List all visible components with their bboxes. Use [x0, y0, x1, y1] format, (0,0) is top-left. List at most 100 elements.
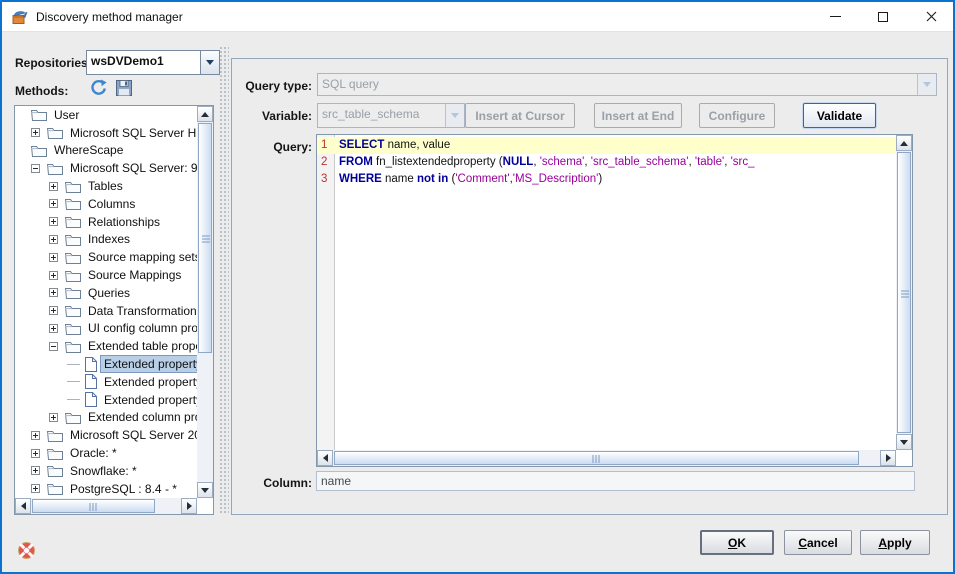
insert-at-cursor-button[interactable]: Insert at Cursor — [465, 103, 575, 128]
tree-item[interactable]: Queries — [15, 284, 197, 302]
tree-item-label: Snowflake: * — [67, 463, 140, 479]
tree-item[interactable]: WhereScape — [15, 142, 197, 160]
app-icon — [11, 9, 28, 25]
document-icon — [84, 357, 97, 372]
refresh-icon[interactable] — [89, 79, 107, 97]
sql-lines[interactable]: 1 SELECT name, value 2 FROM fn_listexten… — [317, 135, 896, 450]
tree-item-label: Columns — [85, 196, 138, 212]
editor-horizontal-scrollbar[interactable] — [317, 450, 896, 466]
tree-toggle-icon[interactable] — [31, 466, 40, 475]
title-bar: Discovery method manager — [2, 2, 953, 32]
tree-toggle-icon[interactable] — [49, 324, 58, 333]
tree-item[interactable]: Extended table propert — [15, 337, 197, 355]
tree-vscroll-thumb[interactable] — [198, 123, 212, 353]
tree-item[interactable]: Extended column prop — [15, 409, 197, 427]
scroll-up-button[interactable] — [896, 135, 912, 151]
tree-item[interactable]: Microsoft SQL Server 2000 — [15, 426, 197, 444]
tree-item[interactable]: Oracle: * — [15, 444, 197, 462]
tree-toggle-icon[interactable] — [31, 431, 40, 440]
ok-button[interactable]: OK — [700, 530, 774, 555]
tree-item-label: Tables — [85, 178, 126, 194]
query-type-combo-arrow[interactable] — [917, 74, 936, 95]
close-button[interactable] — [911, 2, 951, 31]
configure-button[interactable]: Configure — [699, 103, 775, 128]
tree-item[interactable]: Data Transformations — [15, 302, 197, 320]
tree-item[interactable]: Extended property — [15, 391, 197, 409]
editor-vertical-scrollbar[interactable] — [896, 135, 912, 450]
repositories-combo-arrow[interactable] — [200, 51, 219, 74]
tree-toggle-icon[interactable] — [49, 182, 58, 191]
tree-horizontal-scrollbar[interactable] — [15, 498, 197, 514]
apply-button[interactable]: Apply — [860, 530, 930, 555]
minimize-button[interactable] — [815, 2, 855, 31]
column-field[interactable] — [316, 471, 915, 491]
method-tree[interactable]: User Microsoft SQL Server HS: 9 — [15, 106, 197, 498]
scroll-left-button[interactable] — [317, 450, 333, 466]
scroll-right-button[interactable] — [880, 450, 896, 466]
query-type-combo[interactable]: SQL query — [317, 73, 937, 96]
line-code: SELECT name, value — [335, 137, 450, 154]
tree-item[interactable]: Extended property — [15, 355, 197, 373]
sql-token: 'schema' — [540, 156, 585, 168]
editor-vscroll-thumb[interactable] — [897, 152, 911, 433]
window-title: Discovery method manager — [36, 2, 183, 32]
sql-line: 1 SELECT name, value — [317, 137, 896, 154]
maximize-button[interactable] — [863, 2, 903, 31]
tree-item-label: Extended property — [101, 374, 197, 390]
save-icon[interactable] — [115, 79, 133, 97]
editor-hscroll-thumb[interactable] — [334, 451, 859, 465]
folder-icon — [65, 180, 81, 193]
tree-toggle-icon[interactable] — [49, 217, 58, 226]
validate-button[interactable]: Validate — [803, 103, 876, 128]
tree-hscroll-thumb[interactable] — [32, 499, 155, 513]
tree-item-label: Extended column prop — [85, 409, 197, 425]
folder-icon — [31, 144, 47, 157]
tree-item[interactable]: Relationships — [15, 213, 197, 231]
line-number: 2 — [317, 154, 335, 171]
tree-toggle-icon[interactable] — [49, 288, 58, 297]
tree-item[interactable]: Indexes — [15, 231, 197, 249]
tree-item-label: Source Mappings — [85, 267, 184, 283]
tree-item[interactable]: Tables — [15, 177, 197, 195]
tree-toggle-icon[interactable] — [49, 199, 58, 208]
tree-toggle-icon[interactable] — [49, 306, 58, 315]
query-type-value: SQL query — [318, 74, 917, 95]
tree-toggle-icon[interactable] — [49, 342, 58, 351]
cancel-button[interactable]: Cancel — [784, 530, 852, 555]
folder-icon — [47, 162, 63, 175]
folder-icon — [47, 464, 63, 477]
maximize-icon — [878, 12, 888, 22]
scroll-right-button[interactable] — [181, 498, 197, 514]
tree-item[interactable]: Extended property — [15, 373, 197, 391]
tree-item[interactable]: Columns — [15, 195, 197, 213]
repositories-combo[interactable]: wsDVDemo1 — [86, 50, 220, 75]
tree-toggle-icon[interactable] — [31, 484, 40, 493]
tree-vertical-scrollbar[interactable] — [197, 106, 213, 498]
tree-item[interactable]: PostgreSQL : 8.4 - * — [15, 480, 197, 498]
tree-toggle-icon[interactable] — [49, 235, 58, 244]
column-label: Column: — [237, 476, 312, 490]
tree-toggle-icon[interactable] — [49, 271, 58, 280]
tree-connector-line — [67, 395, 80, 404]
tree-toggle-icon[interactable] — [31, 449, 40, 458]
tree-toggle-icon[interactable] — [31, 128, 40, 137]
sql-token: name, value — [384, 139, 450, 151]
scroll-left-button[interactable] — [15, 498, 31, 514]
tree-item-label: Microsoft SQL Server 2000 — [67, 427, 197, 443]
tree-item[interactable]: Microsoft SQL Server: 9.0 - — [15, 159, 197, 177]
tree-item[interactable]: Source mapping sets — [15, 248, 197, 266]
tree-item[interactable]: Source Mappings — [15, 266, 197, 284]
insert-at-end-button[interactable]: Insert at End — [594, 103, 682, 128]
thumb-grip-icon — [89, 503, 98, 511]
sql-line: 3 WHERE name not in ('Comment','MS_Descr… — [317, 171, 896, 188]
tree-item-label: Queries — [85, 285, 133, 301]
scroll-down-button[interactable] — [896, 434, 912, 450]
scroll-down-button[interactable] — [197, 482, 213, 498]
sql-editor[interactable]: 1 SELECT name, value 2 FROM fn_listexten… — [316, 134, 913, 467]
tree-toggle-icon[interactable] — [31, 164, 40, 173]
tree-item[interactable]: UI config column prope — [15, 320, 197, 338]
tree-toggle-icon[interactable] — [49, 253, 58, 262]
tree-toggle-icon[interactable] — [49, 413, 58, 422]
methods-label: Methods: — [15, 84, 68, 98]
tree-item[interactable]: Snowflake: * — [15, 462, 197, 480]
